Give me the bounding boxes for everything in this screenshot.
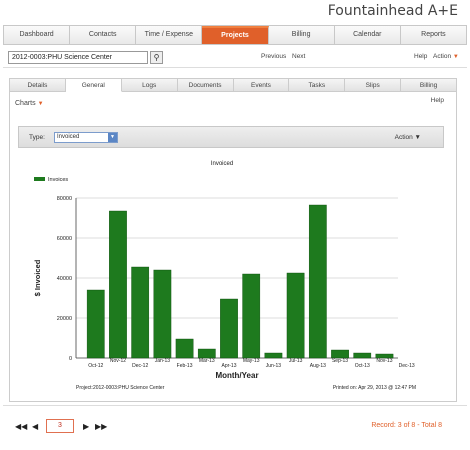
- bar: [131, 266, 150, 359]
- bar: [153, 269, 172, 359]
- bar: [220, 298, 238, 359]
- sub-tab-bar: Details General Logs Documents Events Ta…: [9, 78, 457, 92]
- x-tick-label: Sep-13: [332, 358, 348, 364]
- bar: [109, 210, 127, 359]
- prev-page-icon[interactable]: ◀: [32, 422, 38, 431]
- y-axis-label: $ Invoiced: [33, 259, 42, 296]
- caret-down-icon: ▼: [452, 54, 459, 60]
- chart-type-bar: Type: Invoiced ▼ Action ▼: [18, 126, 444, 148]
- next-link[interactable]: Next: [292, 53, 305, 60]
- subtab-tasks[interactable]: Tasks: [289, 78, 346, 92]
- type-label: Type:: [29, 134, 45, 141]
- bar: [286, 272, 305, 359]
- subtab-details[interactable]: Details: [9, 78, 66, 92]
- subtab-billing[interactable]: Billing: [401, 78, 457, 92]
- project-toolbar: 2012-0003:PHU Science Center ⚲ Previous …: [3, 46, 467, 68]
- x-tick-label: Oct-12: [88, 363, 103, 369]
- first-page-icon[interactable]: ◀◀: [15, 422, 27, 431]
- app-title: Fountainhead A+E: [327, 3, 458, 19]
- project-caption: Project:2012-0003:PHU Science Center: [76, 385, 165, 391]
- chart-action-menu[interactable]: Action ▼: [395, 134, 421, 141]
- chart-title: Invoiced: [211, 161, 233, 167]
- previous-link[interactable]: Previous: [261, 53, 286, 60]
- charts-menu[interactable]: Charts ▼: [15, 100, 44, 107]
- chevron-down-icon[interactable]: ▼: [108, 133, 117, 142]
- bar: [264, 352, 283, 359]
- x-tick-label: Nov-13: [376, 358, 392, 364]
- record-status: Record: 3 of 8 - Total 8: [371, 422, 442, 429]
- subtab-logs[interactable]: Logs: [121, 78, 178, 92]
- panel-help-link[interactable]: Help: [431, 97, 444, 104]
- tab-calendar[interactable]: Calendar: [335, 26, 401, 44]
- charts-label: Charts: [15, 100, 36, 107]
- x-tick-label: Aug-13: [310, 363, 326, 369]
- record-navigator: ◀◀ ◀ 3 ▶ ▶▶ Record: 3 of 8 - Total 8: [3, 405, 467, 447]
- subtab-events[interactable]: Events: [233, 78, 290, 92]
- bar: [308, 204, 327, 359]
- x-tick-label: Jun-13: [266, 363, 282, 369]
- printed-caption: Printed on: Apr 29, 2013 @ 12:47 PM: [333, 385, 416, 391]
- tab-time-expense[interactable]: Time / Expense: [136, 26, 203, 44]
- x-axis-label: Month/Year: [215, 371, 258, 380]
- y-tick-label: 80000: [57, 196, 72, 202]
- x-tick-label: Jul-13: [289, 358, 303, 364]
- legend-label: Invoices: [48, 177, 68, 183]
- invoiced-bar-chart: Invoiced Invoices 0 20000 40000 60000 80000 Oct…: [33, 161, 416, 391]
- tab-billing[interactable]: Billing: [269, 26, 335, 44]
- help-link[interactable]: Help: [414, 53, 427, 60]
- action-menu[interactable]: Action ▼: [433, 53, 459, 60]
- x-tick-label: Jan-13: [155, 358, 171, 364]
- x-tick-label: Dec-12: [132, 363, 148, 369]
- bar: [242, 273, 261, 359]
- page-number-input[interactable]: 3: [46, 419, 74, 433]
- subtab-slips[interactable]: Slips: [345, 78, 402, 92]
- tab-dashboard[interactable]: Dashboard: [4, 26, 71, 44]
- y-tick-label: 40000: [57, 276, 72, 282]
- tab-contacts[interactable]: Contacts: [70, 26, 137, 44]
- tab-projects[interactable]: Projects: [202, 26, 269, 44]
- y-tick-label: 20000: [57, 316, 72, 322]
- caret-down-icon: ▼: [37, 101, 44, 107]
- type-select[interactable]: Invoiced ▼: [54, 132, 118, 143]
- subtab-documents[interactable]: Documents: [177, 78, 234, 92]
- project-select[interactable]: 2012-0003:PHU Science Center: [8, 51, 148, 64]
- chart-action-label: Action: [394, 134, 413, 141]
- y-tick-label: 60000: [57, 236, 72, 242]
- x-tick-label: Nov-12: [110, 358, 126, 364]
- main-tab-bar: Dashboard Contacts Time / Expense Projec…: [3, 25, 467, 45]
- subtab-general[interactable]: General: [65, 78, 122, 92]
- bar: [331, 349, 349, 359]
- next-page-icon[interactable]: ▶: [83, 422, 89, 431]
- general-panel: Charts ▼ Help Type: Invoiced ▼ Action ▼ …: [9, 92, 457, 402]
- tab-reports[interactable]: Reports: [401, 26, 466, 44]
- search-icon[interactable]: ⚲: [150, 51, 163, 64]
- last-page-icon[interactable]: ▶▶: [95, 422, 107, 431]
- x-tick-label: May-13: [243, 358, 260, 364]
- action-label: Action: [433, 53, 452, 60]
- x-tick-label: Mar-13: [199, 358, 215, 364]
- bar: [175, 338, 194, 359]
- bar: [197, 348, 216, 359]
- x-tick-label: Oct-13: [355, 363, 370, 369]
- x-tick-label: Feb-13: [177, 363, 193, 369]
- bar: [353, 352, 372, 359]
- x-tick-label: Dec-13: [399, 363, 415, 369]
- legend-swatch: [34, 177, 45, 181]
- x-tick-label: Apr-13: [221, 363, 236, 369]
- bar: [86, 289, 105, 359]
- y-tick-label: 0: [69, 356, 72, 362]
- type-select-value: Invoiced: [57, 134, 80, 140]
